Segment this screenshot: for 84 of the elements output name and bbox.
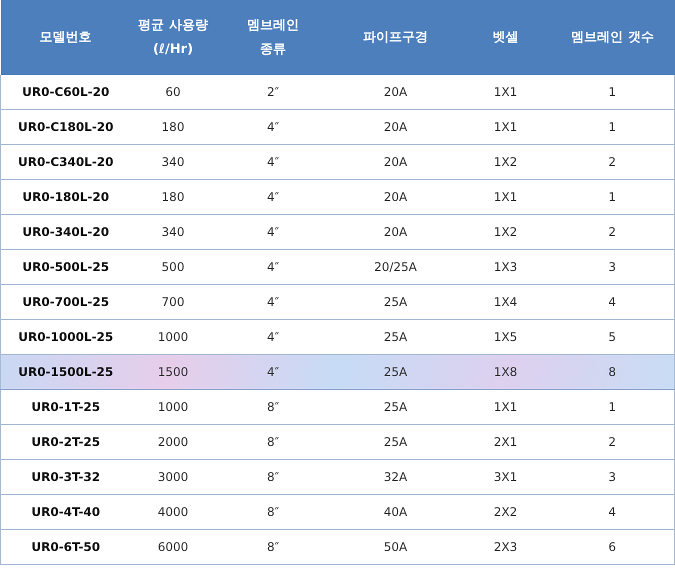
- model-cell: UR0-700L-25: [0, 284, 130, 320]
- table-cell: 50A: [330, 530, 460, 564]
- table-cell: 2: [550, 424, 674, 460]
- table-cell: 1X1: [460, 110, 550, 144]
- table-cell: 3000: [130, 460, 216, 494]
- table-cell: 4″: [216, 110, 330, 144]
- table-cell: 3: [550, 250, 674, 284]
- table-cell: 8″: [216, 390, 330, 424]
- table-cell: 20A: [330, 144, 460, 180]
- table-cell: 2″: [216, 75, 330, 110]
- model-cell: UR0-4T-40: [0, 494, 130, 530]
- table-cell: 340: [130, 214, 216, 250]
- table-cell: 1000: [130, 390, 216, 424]
- table-cell: 4: [550, 494, 674, 530]
- column-header: 벳셀: [460, 0, 550, 75]
- table-cell: 2000: [130, 424, 216, 460]
- table-cell: 40A: [330, 494, 460, 530]
- table-cell: 1: [550, 180, 674, 214]
- table-cell: 1X2: [460, 214, 550, 250]
- table-cell: 25A: [330, 354, 460, 390]
- table-cell: 25A: [330, 424, 460, 460]
- model-cell: UR0-C60L-20: [0, 75, 130, 110]
- table-cell: 2X2: [460, 494, 550, 530]
- column-header: 평균 사용량 (ℓ/Hr): [130, 0, 216, 75]
- table-cell: 180: [130, 110, 216, 144]
- table-cell: 8″: [216, 460, 330, 494]
- model-cell: UR0-6T-50: [0, 530, 130, 564]
- table-cell: 180: [130, 180, 216, 214]
- table-cell: 1: [550, 110, 674, 144]
- column-header: 멤브레인 종류: [216, 0, 330, 75]
- table-cell: 4000: [130, 494, 216, 530]
- table-cell: 700: [130, 284, 216, 320]
- table-cell: 25A: [330, 284, 460, 320]
- table-cell: 1: [550, 75, 674, 110]
- table-cell: 2: [550, 144, 674, 180]
- model-cell: UR0-3T-32: [0, 460, 130, 494]
- table-cell: 2X1: [460, 424, 550, 460]
- table-cell: 4″: [216, 214, 330, 250]
- model-cell: UR0-340L-20: [0, 214, 130, 250]
- table-cell: 4″: [216, 250, 330, 284]
- table-cell: 4″: [216, 354, 330, 390]
- table-cell: 4″: [216, 180, 330, 214]
- column-header: 멤브레인 갯수: [550, 0, 674, 75]
- table-cell: 1X4: [460, 284, 550, 320]
- table-cell: 20/25A: [330, 250, 460, 284]
- table-cell: 1X1: [460, 75, 550, 110]
- table-cell: 20A: [330, 180, 460, 214]
- model-cell: UR0-1500L-25: [0, 354, 130, 390]
- model-cell: UR0-1T-25: [0, 390, 130, 424]
- table-cell: 1X3: [460, 250, 550, 284]
- table-cell: 2: [550, 214, 674, 250]
- table-cell: 3X1: [460, 460, 550, 494]
- column-header: 모델번호: [0, 0, 130, 75]
- table-cell: 500: [130, 250, 216, 284]
- table-cell: 1: [550, 390, 674, 424]
- table-cell: 8″: [216, 530, 330, 564]
- table-cell: 8″: [216, 494, 330, 530]
- table-cell: 25A: [330, 390, 460, 424]
- table-cell: 1X8: [460, 354, 550, 390]
- table-cell: 60: [130, 75, 216, 110]
- table-cell: 8″: [216, 424, 330, 460]
- table-cell: 1X1: [460, 180, 550, 214]
- table-cell: 8: [550, 354, 674, 390]
- table-cell: 4″: [216, 284, 330, 320]
- table-cell: 3: [550, 460, 674, 494]
- table-cell: 20A: [330, 110, 460, 144]
- column-header: 파이프구경: [330, 0, 460, 75]
- table-cell: 340: [130, 144, 216, 180]
- model-cell: UR0-500L-25: [0, 250, 130, 284]
- table-cell: 4″: [216, 144, 330, 180]
- table-cell: 1500: [130, 354, 216, 390]
- table-cell: 4: [550, 284, 674, 320]
- model-cell: UR0-180L-20: [0, 180, 130, 214]
- model-cell: UR0-C340L-20: [0, 144, 130, 180]
- table-cell: 32A: [330, 460, 460, 494]
- model-cell: UR0-2T-25: [0, 424, 130, 460]
- model-cell: UR0-C180L-20: [0, 110, 130, 144]
- table-cell: 6: [550, 530, 674, 564]
- table-cell: 2X3: [460, 530, 550, 564]
- table-cell: 20A: [330, 75, 460, 110]
- table-cell: 1X2: [460, 144, 550, 180]
- table-cell: 1X1: [460, 390, 550, 424]
- table-cell: 6000: [130, 530, 216, 564]
- table-cell: 20A: [330, 214, 460, 250]
